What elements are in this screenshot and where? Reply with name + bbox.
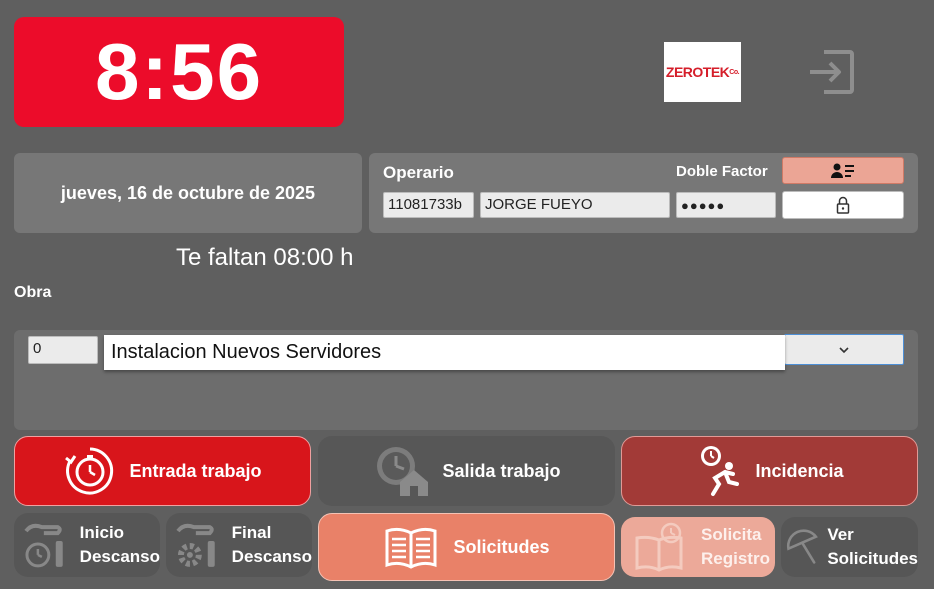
final-label: Final Descanso <box>232 521 312 569</box>
final-label-line2: Descanso <box>231 547 312 566</box>
solicitudes-button[interactable]: Solicitudes <box>318 513 615 581</box>
ver-label-line2: Solicitudes <box>827 549 918 568</box>
inicio-label-line2: Descanso <box>79 547 160 566</box>
exit-icon <box>810 50 854 94</box>
unlock-button[interactable] <box>782 191 904 219</box>
contact-card-icon <box>831 163 854 178</box>
clock-time: 8:56 <box>94 27 264 116</box>
date-panel: jueves, 16 de octubre de 2025 <box>14 153 362 233</box>
ver-label: Ver Solicitudes <box>827 523 918 571</box>
solicita-registro-button[interactable]: Solicita Registro <box>621 517 775 577</box>
final-descanso-button[interactable]: Final Descanso <box>166 513 312 577</box>
company-logo: ZERO TEK Co. <box>664 42 741 102</box>
entrada-trabajo-button[interactable]: Entrada trabajo <box>14 436 311 506</box>
operator-name-field[interactable]: JORGE FUEYO <box>480 192 670 218</box>
obra-code-field[interactable]: 0 <box>28 336 98 364</box>
solicita-label-line1: Solicita <box>701 525 762 544</box>
exit-button[interactable] <box>806 46 858 98</box>
operator-code-field[interactable]: 11081733b <box>383 192 474 218</box>
solicitudes-label: Solicitudes <box>453 537 550 557</box>
incidencia-button[interactable]: Incidencia <box>621 436 918 506</box>
solicita-label: Solicita Registro <box>701 523 770 571</box>
book-icon <box>385 527 437 569</box>
logo-suffix: Co. <box>729 68 740 76</box>
incidencia-label: Incidencia <box>755 460 844 481</box>
operator-password-field[interactable]: ●●●●● <box>676 192 776 218</box>
salida-trabajo-button[interactable]: Salida trabajo <box>318 436 615 506</box>
clock-display: 8:56 <box>14 17 344 127</box>
clock-house-icon <box>377 447 429 496</box>
ver-solicitudes-button[interactable]: Ver Solicitudes <box>781 517 918 577</box>
current-date: jueves, 16 de octubre de 2025 <box>60 182 316 203</box>
logo-red: ZERO <box>665 64 703 80</box>
double-factor-label: Doble Factor <box>676 163 768 180</box>
salida-label: Salida trabajo <box>442 460 561 481</box>
inicio-descanso-button[interactable]: Inicio Descanso <box>14 513 160 577</box>
entrada-label: Entrada trabajo <box>129 460 262 481</box>
hand-stopwatch-icon <box>24 523 63 568</box>
operator-label: Operario <box>383 163 454 182</box>
umbrella-icon <box>786 529 818 564</box>
stopwatch-icon <box>65 447 114 495</box>
final-label-line1: Final <box>231 523 272 542</box>
remaining-time: Te faltan 08:00 h <box>176 244 354 271</box>
book-clock-icon <box>635 522 683 572</box>
solicita-label-line2: Registro <box>701 549 770 568</box>
inicio-label-line1: Inicio <box>79 523 125 542</box>
inicio-label: Inicio Descanso <box>80 521 160 569</box>
obra-select[interactable]: Instalacion Nuevos Servidores <box>104 335 785 370</box>
logo-rest: TEK <box>702 64 730 80</box>
obra-label: Obra <box>14 284 52 301</box>
obra-dropdown-toggle[interactable] <box>784 334 904 365</box>
lock-icon <box>836 196 850 214</box>
chevron-down-icon <box>839 346 849 353</box>
double-factor-button[interactable] <box>782 157 904 184</box>
ver-label-line1: Ver <box>827 525 854 544</box>
runner-clock-icon <box>701 446 740 496</box>
hand-gear-icon <box>176 523 215 567</box>
